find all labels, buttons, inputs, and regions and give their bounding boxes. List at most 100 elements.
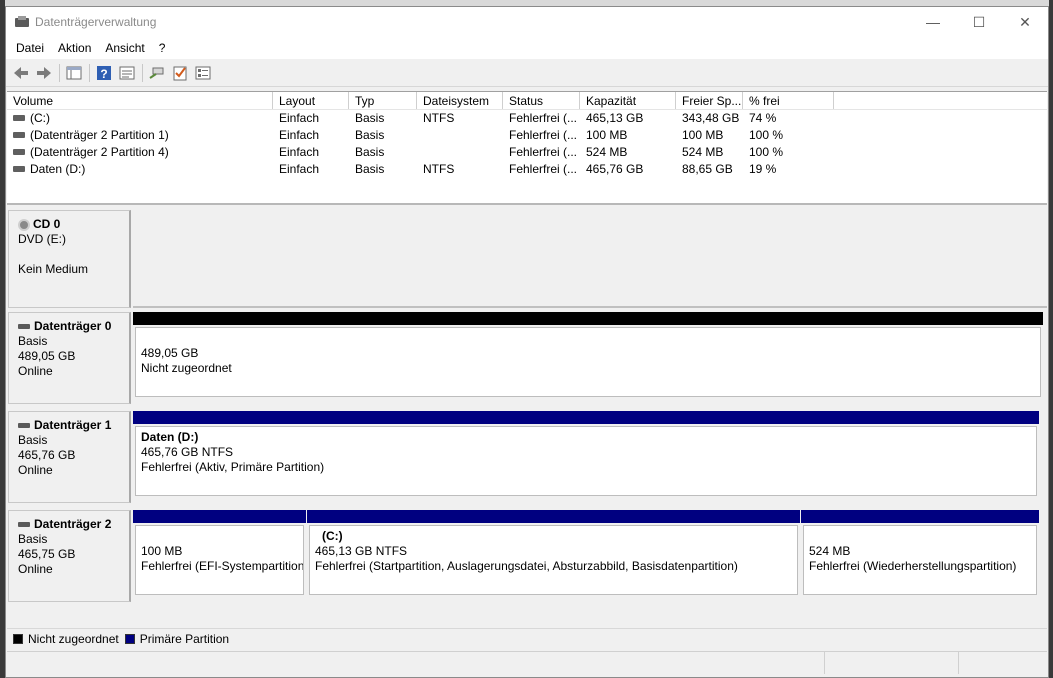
table-row[interactable]: (Datenträger 2 Partition 4) Einfach Basi… (7, 144, 1047, 161)
help-icon[interactable]: ? (93, 63, 115, 83)
disk-state: Online (18, 364, 53, 378)
column-header-dateisystem[interactable]: Dateisystem (417, 92, 503, 109)
toolbar-separator (59, 63, 60, 82)
cd-media-state: Kein Medium (18, 262, 89, 276)
legend-swatch (13, 633, 23, 644)
console-tree-icon[interactable] (63, 63, 85, 83)
partition-box: 489,05 GB Nicht zugeordnet (135, 327, 1041, 397)
list-icon[interactable] (192, 63, 214, 83)
volume-name: (Datenträger 2 Partition 1) (30, 128, 169, 142)
disk-state: Online (18, 463, 53, 477)
column-header-volume[interactable]: Volume (7, 92, 273, 109)
partition-status: Fehlerfrei (Wiederherstellungspartition) (809, 559, 1017, 573)
disk-name: Datenträger 1 (18, 418, 129, 433)
status-segment (825, 652, 959, 674)
column-header-typ[interactable]: Typ (349, 92, 417, 109)
volume-cell: (Datenträger 2 Partition 4) (7, 144, 273, 161)
disk-name: Datenträger 2 (18, 517, 129, 532)
check-icon[interactable] (169, 63, 191, 83)
kapazitaet-cell: 465,13 GB (586, 111, 644, 125)
column-header-prozent-frei[interactable]: % frei (743, 92, 834, 109)
unallocated-partition[interactable]: 489,05 GB Nicht zugeordnet (133, 312, 1043, 397)
status-cell: Fehlerfrei (... (509, 128, 578, 142)
menu-help[interactable]: ? (152, 41, 173, 55)
disk-label[interactable]: Datenträger 1 Basis 465,76 GB Online (8, 411, 131, 503)
connect-icon[interactable] (146, 63, 168, 83)
column-header-freier-speicher[interactable]: Freier Sp... (676, 92, 743, 109)
minimize-button[interactable]: — (910, 7, 956, 37)
menu-ansicht[interactable]: Ansicht (98, 41, 151, 55)
disk-icon (18, 324, 30, 329)
volume-cell: Daten (D:) (7, 161, 273, 178)
cd-type: DVD (E:) (18, 232, 66, 246)
kapazitaet-cell: 524 MB (586, 145, 628, 159)
disk-type: Basis (18, 532, 48, 546)
freier-speicher-cell: 343,48 GB (682, 111, 740, 125)
layout-cell: Einfach (279, 128, 320, 142)
partition-box: 524 MB Fehlerfrei (Wiederherstellungspar… (803, 525, 1037, 595)
column-header-status[interactable]: Status (503, 92, 580, 109)
freier-speicher-cell: 100 MB (682, 128, 724, 142)
back-icon[interactable] (10, 63, 32, 83)
partition-status: Fehlerfrei (Startpartition, Auslagerungs… (315, 559, 738, 573)
partition-status: Fehlerfrei (Aktiv, Primäre Partition) (141, 460, 325, 474)
primary-partition[interactable]: Daten (D:) 465,76 GB NTFS Fehlerfrei (Ak… (133, 411, 1039, 496)
disk-row: Datenträger 0 Basis 489,05 GB Online 489… (7, 312, 1047, 404)
maximize-button[interactable]: ☐ (956, 7, 1002, 37)
partition-size: 524 MB (809, 544, 851, 558)
table-row[interactable]: (C:) Einfach Basis NTFS Fehlerfrei (... … (7, 110, 1047, 127)
partition-size: 489,05 GB (141, 346, 199, 360)
title-bar[interactable]: Datenträgerverwaltung — ☐ ✕ (6, 7, 1048, 37)
disk-label[interactable]: Datenträger 0 Basis 489,05 GB Online (8, 312, 131, 404)
disk-state: Online (18, 562, 53, 576)
volume-icon (13, 131, 25, 138)
volume-name: Daten (D:) (30, 162, 86, 176)
prozent-frei-cell: 19 % (749, 162, 777, 176)
partition-size: 465,13 GB NTFS (315, 544, 408, 558)
partition-size: 100 MB (141, 544, 183, 558)
typ-cell: Basis (355, 111, 385, 125)
status-cell: Fehlerfrei (... (509, 162, 578, 176)
partition-status: Nicht zugeordnet (141, 361, 232, 375)
disk-management-window: Datenträgerverwaltung — ☐ ✕ Datei Aktion… (5, 6, 1049, 678)
recovery-partition[interactable]: 524 MB Fehlerfrei (Wiederherstellungspar… (801, 510, 1039, 595)
unallocated-bar (133, 312, 1043, 325)
prozent-frei-cell: 100 % (749, 128, 784, 142)
freier-speicher-cell: 524 MB (682, 145, 724, 159)
cd-row: CD 0 DVD (E:) Kein Medium (7, 210, 1047, 308)
menu-datei[interactable]: Datei (9, 41, 51, 55)
properties-icon[interactable] (116, 63, 138, 83)
cd-drive-icon (18, 218, 30, 231)
layout-cell: Einfach (279, 145, 320, 159)
disk-partition-area: Daten (D:) 465,76 GB NTFS Fehlerfrei (Ak… (133, 411, 1039, 503)
cd-label[interactable]: CD 0 DVD (E:) Kein Medium (8, 210, 131, 308)
column-header-kapazitaet[interactable]: Kapazität (580, 92, 676, 109)
cd-name-text: CD 0 (33, 217, 61, 231)
status-segment (7, 652, 825, 674)
layout-cell: Einfach (279, 111, 320, 125)
column-header-layout[interactable]: Layout (273, 92, 349, 109)
forward-icon[interactable] (33, 63, 55, 83)
table-row[interactable]: (Datenträger 2 Partition 1) Einfach Basi… (7, 127, 1047, 144)
menu-bar: Datei Aktion Ansicht ? (6, 37, 1048, 59)
legend-label: Nicht zugeordnet (28, 631, 119, 646)
volume-name: (Datenträger 2 Partition 4) (30, 145, 169, 159)
partition-name: Daten (D:) (141, 430, 199, 444)
menu-aktion[interactable]: Aktion (51, 41, 98, 55)
primary-partition-bar (133, 411, 1039, 424)
layout-cell: Einfach (279, 162, 320, 176)
partition-box: (C:) 465,13 GB NTFS Fehlerfrei (Startpar… (309, 525, 798, 595)
disk-name: Datenträger 0 (18, 319, 129, 334)
system-partition[interactable]: (C:) 465,13 GB NTFS Fehlerfrei (Startpar… (307, 510, 800, 595)
partition-box: Daten (D:) 465,76 GB NTFS Fehlerfrei (Ak… (135, 426, 1037, 496)
disk-label[interactable]: Datenträger 2 Basis 465,75 GB Online (8, 510, 131, 602)
disk-row: Datenträger 2 Basis 465,75 GB Online 100… (7, 510, 1047, 602)
disk-partition-area: 100 MB Fehlerfrei (EFI-Systempartition) … (133, 510, 1039, 602)
table-row[interactable]: Daten (D:) Einfach Basis NTFS Fehlerfrei… (7, 161, 1047, 178)
close-button[interactable]: ✕ (1002, 7, 1048, 37)
disk-size: 465,76 GB (18, 448, 76, 462)
typ-cell: Basis (355, 128, 385, 142)
efi-partition[interactable]: 100 MB Fehlerfrei (EFI-Systempartition) (133, 510, 306, 595)
volume-cell: (Datenträger 2 Partition 1) (7, 127, 273, 144)
